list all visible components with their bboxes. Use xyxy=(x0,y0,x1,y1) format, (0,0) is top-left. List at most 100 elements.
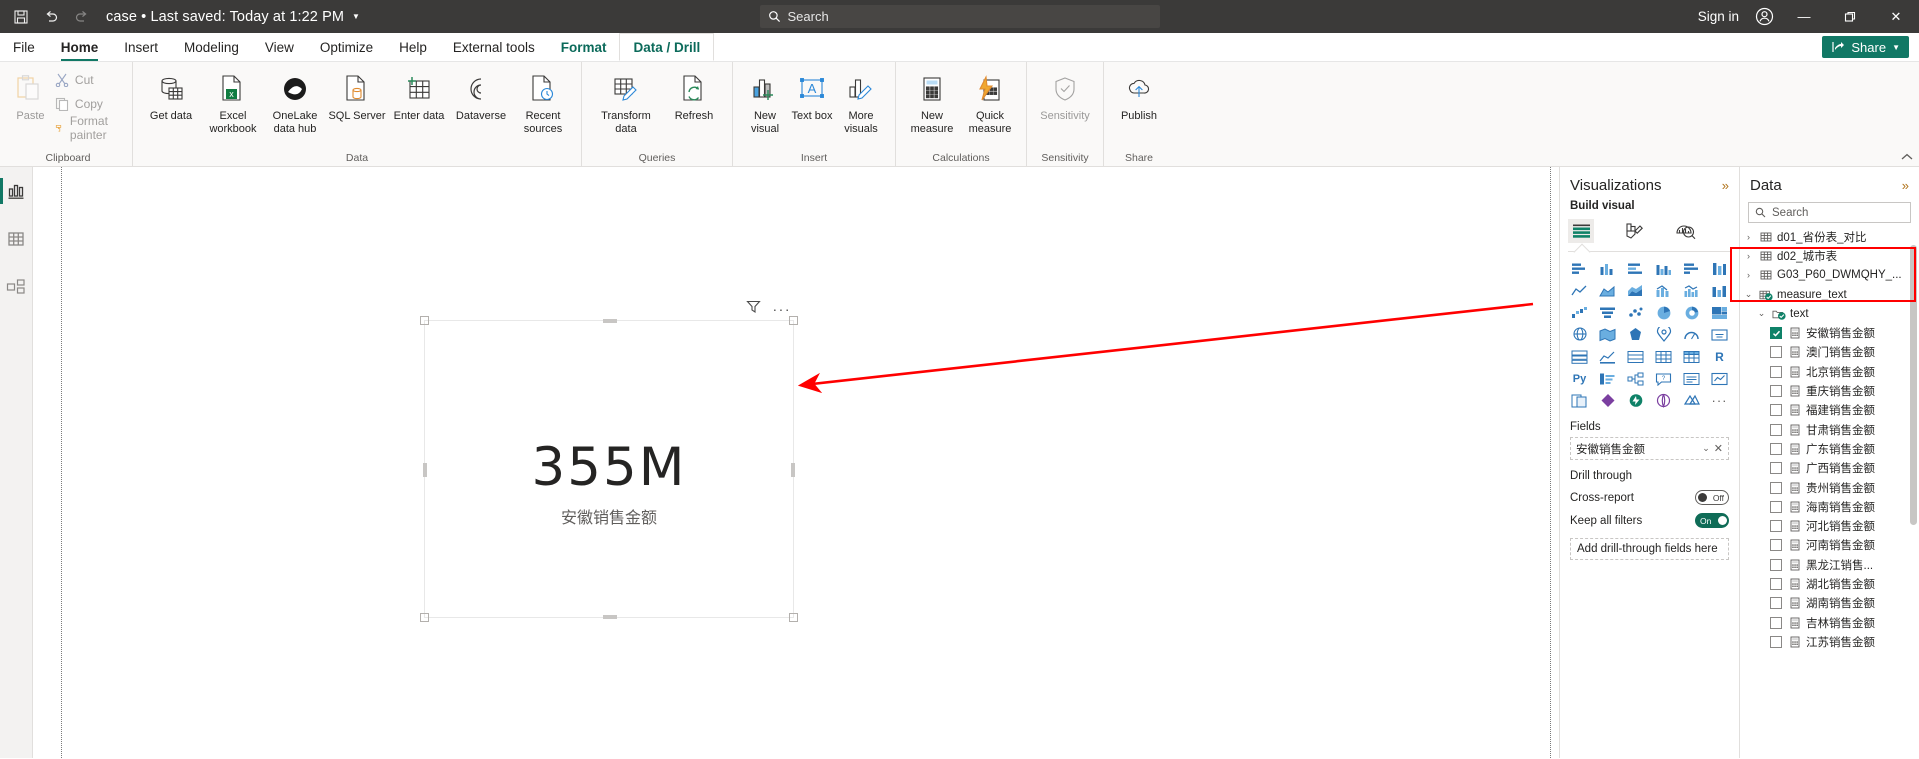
sign-in-button[interactable]: Sign in xyxy=(1690,9,1747,24)
resize-handle-sw[interactable] xyxy=(420,613,429,622)
viz-python-visual[interactable]: Py xyxy=(1566,368,1593,389)
report-canvas[interactable]: ··· 355M 安徽销售金额 xyxy=(33,167,1559,758)
viz-key-influencers[interactable] xyxy=(1594,368,1621,389)
field-tree-table[interactable]: › G03_P60_DWMQHY_... xyxy=(1742,266,1919,285)
field-tree-measure[interactable]: 广东销售金额 xyxy=(1742,439,1919,458)
field-checkbox-checked[interactable] xyxy=(1770,327,1782,340)
format-visual-tab[interactable] xyxy=(1620,219,1646,243)
tab-file[interactable]: File xyxy=(0,33,48,61)
viz-100-stacked-column-chart[interactable] xyxy=(1706,258,1733,279)
resize-handle-e[interactable] xyxy=(791,463,795,477)
tab-external-tools[interactable]: External tools xyxy=(440,33,548,61)
text-box-button[interactable]: A Text box xyxy=(790,66,834,123)
field-checkbox[interactable] xyxy=(1770,365,1782,378)
viz-shape-map[interactable] xyxy=(1622,324,1649,345)
field-tree-measure[interactable]: 河北销售金额 xyxy=(1742,516,1919,535)
viz-treemap[interactable] xyxy=(1706,302,1733,323)
resize-handle-se[interactable] xyxy=(789,613,798,622)
field-checkbox[interactable] xyxy=(1770,423,1782,436)
viz-stacked-column-chart[interactable] xyxy=(1594,258,1621,279)
save-icon[interactable] xyxy=(6,2,36,32)
card-visual[interactable]: ··· 355M 安徽销售金额 xyxy=(420,300,798,622)
tab-optimize[interactable]: Optimize xyxy=(307,33,386,61)
cross-report-toggle[interactable]: Off xyxy=(1695,490,1729,505)
drill-through-drop-zone[interactable]: Add drill-through fields here xyxy=(1570,538,1729,560)
more-options-icon[interactable]: ··· xyxy=(773,302,792,316)
field-tree-measure[interactable]: 黑龙江销售... xyxy=(1742,555,1919,574)
field-checkbox[interactable] xyxy=(1770,442,1782,455)
filter-icon[interactable] xyxy=(745,299,761,319)
field-tree-measure[interactable]: 安徽销售金额 xyxy=(1742,323,1919,342)
viz-matrix[interactable] xyxy=(1678,346,1705,367)
viz-clustered-column-chart[interactable] xyxy=(1650,258,1677,279)
viz-smart-narrative[interactable] xyxy=(1678,368,1705,389)
chevron-right-icon[interactable]: › xyxy=(1742,251,1755,261)
field-tree-measure[interactable]: 吉林销售金额 xyxy=(1742,613,1919,632)
viz-metrics[interactable] xyxy=(1706,368,1733,389)
viz-kpi[interactable] xyxy=(1594,346,1621,367)
chevron-right-icon[interactable]: › xyxy=(1742,270,1755,280)
fields-tree[interactable]: › d01_省份表_对比 › d02_城市表 › G03_P60_DWMQHY_... ⌄ m… xyxy=(1740,227,1919,758)
viz-ribbon-chart[interactable] xyxy=(1706,280,1733,301)
field-checkbox[interactable] xyxy=(1770,616,1782,629)
new-visual-button[interactable]: New visual xyxy=(740,66,790,135)
close-icon[interactable]: ✕ xyxy=(1714,442,1723,455)
viz-more-options[interactable]: ··· xyxy=(1706,390,1733,411)
quick-measure-button[interactable]: Quick measure xyxy=(961,66,1019,135)
viz-clustered-bar-chart[interactable] xyxy=(1622,258,1649,279)
resize-handle-ne[interactable] xyxy=(789,316,798,325)
viz-qa-visual[interactable]: ? xyxy=(1650,368,1677,389)
viz-scatter-chart[interactable] xyxy=(1622,302,1649,323)
tab-insert[interactable]: Insert xyxy=(111,33,171,61)
viz-line-stacked-column-chart[interactable] xyxy=(1650,280,1677,301)
viz-azure-ml[interactable] xyxy=(1678,390,1705,411)
chevron-down-icon[interactable]: ⌄ xyxy=(1702,443,1710,454)
field-tree-measure[interactable]: 海南销售金额 xyxy=(1742,497,1919,516)
field-checkbox[interactable] xyxy=(1770,404,1782,417)
resize-handle-n[interactable] xyxy=(603,319,617,323)
viz-azure-map[interactable] xyxy=(1650,324,1677,345)
build-visual-tab[interactable] xyxy=(1568,219,1594,243)
field-checkbox[interactable] xyxy=(1770,520,1782,533)
viz-paginated-report[interactable] xyxy=(1566,390,1593,411)
refresh-button[interactable]: Refresh xyxy=(663,66,725,123)
viz-power-apps[interactable] xyxy=(1594,390,1621,411)
field-tree-table[interactable]: › d02_城市表 xyxy=(1742,246,1919,265)
new-measure-button[interactable]: New measure xyxy=(903,66,961,135)
analytics-tab[interactable] xyxy=(1672,219,1698,243)
field-tree-measure[interactable]: 湖南销售金额 xyxy=(1742,594,1919,613)
search-box[interactable]: Search xyxy=(759,5,1160,28)
keep-all-filters-toggle[interactable]: On xyxy=(1695,513,1729,528)
chevron-right-icon[interactable]: › xyxy=(1742,232,1755,242)
viz-r-visual[interactable]: R xyxy=(1706,346,1733,367)
viz-map[interactable] xyxy=(1566,324,1593,345)
field-checkbox[interactable] xyxy=(1770,558,1782,571)
more-visuals-button[interactable]: More visuals xyxy=(834,66,888,135)
viz-gauge[interactable] xyxy=(1678,324,1705,345)
tab-modeling[interactable]: Modeling xyxy=(171,33,252,61)
data-search-input[interactable]: Search xyxy=(1748,202,1911,223)
restore-button[interactable] xyxy=(1827,0,1873,33)
chevron-down-icon[interactable]: ⌄ xyxy=(1742,289,1755,300)
field-checkbox[interactable] xyxy=(1770,577,1782,590)
excel-workbook-button[interactable]: x Excel workbook xyxy=(202,66,264,135)
collapse-ribbon-button[interactable] xyxy=(1901,152,1913,164)
avatar[interactable] xyxy=(1747,7,1781,26)
viz-decomposition-tree[interactable] xyxy=(1622,368,1649,389)
transform-data-button[interactable]: Transform data xyxy=(589,66,663,135)
publish-button[interactable]: Publish xyxy=(1111,66,1167,123)
sidebar-item-table-view[interactable] xyxy=(0,223,33,255)
resize-handle-w[interactable] xyxy=(423,463,427,477)
field-checkbox[interactable] xyxy=(1770,539,1782,552)
recent-sources-button[interactable]: Recent sources xyxy=(512,66,574,135)
chevron-double-right-icon[interactable]: » xyxy=(1902,178,1909,193)
viz-donut-chart[interactable] xyxy=(1678,302,1705,323)
chevron-down-icon[interactable]: ⌄ xyxy=(1755,308,1768,319)
close-button[interactable]: ✕ xyxy=(1873,0,1919,33)
viz-card[interactable] xyxy=(1706,324,1733,345)
field-tree-measure[interactable]: 广西销售金额 xyxy=(1742,459,1919,478)
field-tree-folder[interactable]: ⌄ text xyxy=(1742,304,1919,323)
sidebar-item-model-view[interactable] xyxy=(0,271,33,303)
tab-data-drill[interactable]: Data / Drill xyxy=(619,33,715,61)
undo-icon[interactable] xyxy=(36,2,66,32)
